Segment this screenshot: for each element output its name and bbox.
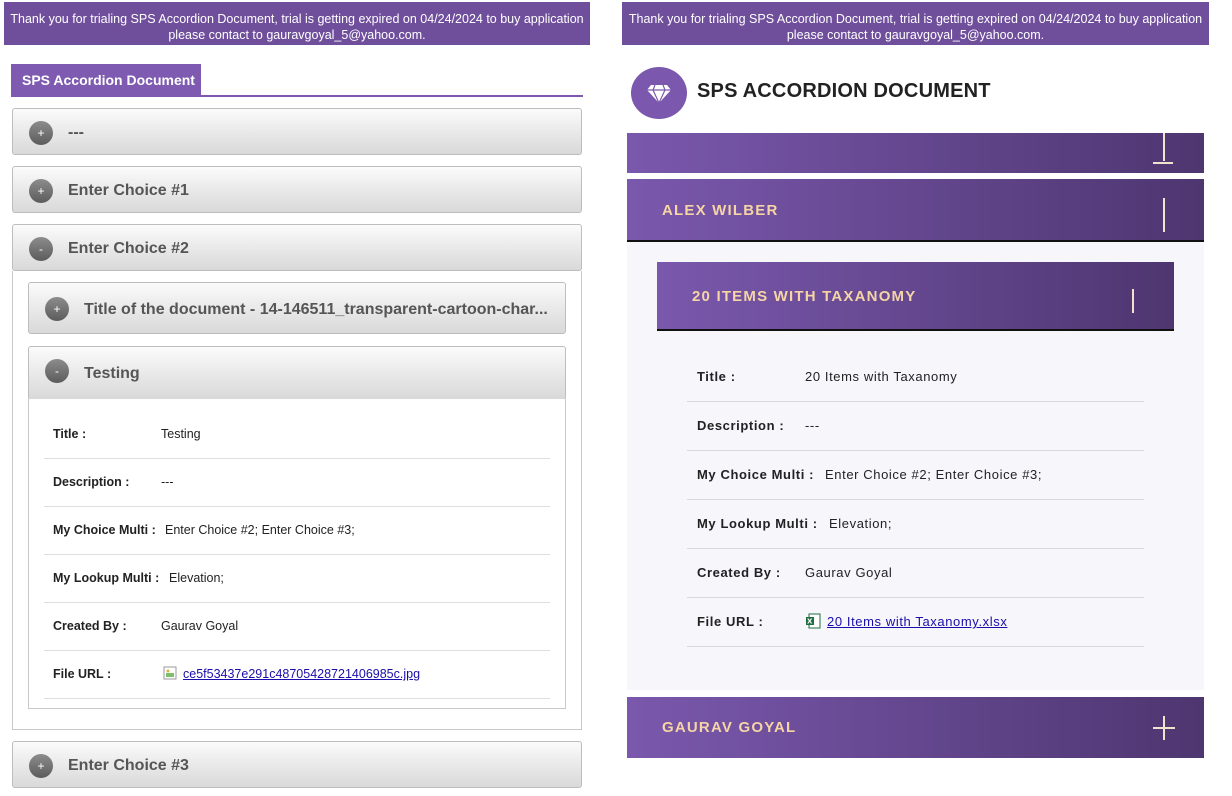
group-header-alex-wilber[interactable]: ALEX WILBER <box>627 179 1204 242</box>
file-url-value: ce5f53437e291c48705428721406985c.jpg <box>163 650 420 698</box>
accordion-label: --- <box>68 124 84 141</box>
detail-row-description: Description : --- <box>44 458 550 507</box>
trial-banner-left: Thank you for trialing SPS Accordion Doc… <box>4 2 590 45</box>
detail-row-title: Title : Testing <box>44 410 550 459</box>
sub-accordion-label: Testing <box>84 365 140 382</box>
expand-icon: + <box>29 121 53 145</box>
accordion-header-dashes[interactable]: + --- <box>12 108 582 155</box>
logo <box>631 67 687 119</box>
collapse-icon <box>1132 289 1134 313</box>
svg-text:X: X <box>807 618 813 626</box>
trial-banner-line2: please contact to gauravgoyal_5@yahoo.co… <box>786 28 1045 42</box>
group-header-gaurav-goyal[interactable]: GAURAV GOYAL <box>627 697 1204 758</box>
expand-icon: + <box>29 754 53 778</box>
sub-group-header-taxanomy[interactable]: 20 ITEMS WITH TAXANOMY <box>657 262 1174 331</box>
sub-accordion-header-document[interactable]: + Title of the document - 14-146511_tran… <box>28 282 566 334</box>
detail-key: My Lookup Multi : <box>53 571 160 585</box>
accordion-label: Enter Choice #2 <box>68 240 189 257</box>
file-link[interactable]: ce5f53437e291c48705428721406985c.jpg <box>183 667 420 681</box>
group-header-unnamed[interactable] <box>627 133 1204 173</box>
detail-key: Description : <box>697 418 785 433</box>
left-tab-title[interactable]: SPS Accordion Document <box>11 64 201 96</box>
detail-value: --- <box>805 418 820 433</box>
detail-value: --- <box>161 475 174 489</box>
detail-value: Enter Choice #2; Enter Choice #3; <box>825 467 1043 482</box>
detail-row-created-by: Created By : Gaurav Goyal <box>44 602 550 651</box>
accordion-header-choice-1[interactable]: + Enter Choice #1 <box>12 166 582 213</box>
collapse-icon: - <box>29 237 53 261</box>
detail-row-choice-multi: My Choice Multi : Enter Choice #2; Enter… <box>687 450 1144 500</box>
detail-value: Elevation; <box>169 571 224 585</box>
detail-row-title: Title : 20 Items with Taxanomy <box>687 352 1144 402</box>
trial-banner-line1: Thank you for trialing SPS Accordion Doc… <box>10 12 584 26</box>
detail-key: My Choice Multi : <box>697 467 815 482</box>
expand-icon: + <box>29 179 53 203</box>
detail-key: File URL : <box>697 614 764 629</box>
detail-row-choice-multi: My Choice Multi : Enter Choice #2; Enter… <box>44 506 550 555</box>
detail-key: File URL : <box>53 667 112 681</box>
expand-icon: + <box>45 297 69 321</box>
detail-value: 20 Items with Taxanomy <box>805 369 958 384</box>
detail-value: Gaurav Goyal <box>161 619 239 633</box>
group-label: GAURAV GOYAL <box>662 719 797 736</box>
detail-key: Title : <box>53 427 87 441</box>
detail-value: Testing <box>161 427 201 441</box>
sub-accordion-header-testing[interactable]: - Testing <box>28 346 566 400</box>
collapse-icon: - <box>45 359 69 383</box>
trial-banner-right: Thank you for trialing SPS Accordion Doc… <box>622 2 1209 45</box>
detail-row-lookup-multi: My Lookup Multi : Elevation; <box>687 499 1144 549</box>
detail-row-lookup-multi: My Lookup Multi : Elevation; <box>44 554 550 603</box>
accordion-header-choice-3[interactable]: + Enter Choice #3 <box>12 741 582 788</box>
tab-underline <box>11 95 583 97</box>
image-file-icon <box>163 666 177 680</box>
sub-group-label: 20 ITEMS WITH TAXANOMY <box>692 288 917 305</box>
detail-key: Created By : <box>697 565 781 580</box>
excel-file-icon: X <box>806 613 821 629</box>
group-label: ALEX WILBER <box>662 202 779 219</box>
detail-key: My Lookup Multi : <box>697 516 818 531</box>
detail-row-file-url: File URL : ce5f53437e291c487054287214069… <box>44 650 550 699</box>
detail-value: Enter Choice #2; Enter Choice #3; <box>165 523 355 537</box>
detail-key: Title : <box>697 369 736 384</box>
file-link[interactable]: 20 Items with Taxanomy.xlsx <box>827 614 1007 629</box>
sub-accordion-label: Title of the document - 14-146511_transp… <box>84 301 548 318</box>
accordion-label: Enter Choice #3 <box>68 757 189 774</box>
detail-key: Description : <box>53 475 130 489</box>
detail-row-file-url: File URL : X 20 Items with Taxanomy.xlsx <box>687 597 1144 647</box>
detail-value: Elevation; <box>829 516 893 531</box>
file-url-value: X 20 Items with Taxanomy.xlsx <box>805 597 1007 646</box>
page-title: SPS ACCORDION DOCUMENT <box>697 80 991 102</box>
detail-key: Created By : <box>53 619 127 633</box>
trial-banner-line1: Thank you for trialing SPS Accordion Doc… <box>628 12 1203 26</box>
detail-key: My Choice Multi : <box>53 523 156 537</box>
collapse-icon <box>1163 198 1165 232</box>
detail-row-created-by: Created By : Gaurav Goyal <box>687 548 1144 598</box>
accordion-header-choice-2[interactable]: - Enter Choice #2 <box>12 224 582 271</box>
trial-banner-line2: please contact to gauravgoyal_5@yahoo.co… <box>168 28 426 42</box>
detail-row-description: Description : --- <box>687 401 1144 451</box>
detail-value: Gaurav Goyal <box>805 565 893 580</box>
accordion-label: Enter Choice #1 <box>68 182 189 199</box>
diamond-icon <box>647 84 671 105</box>
